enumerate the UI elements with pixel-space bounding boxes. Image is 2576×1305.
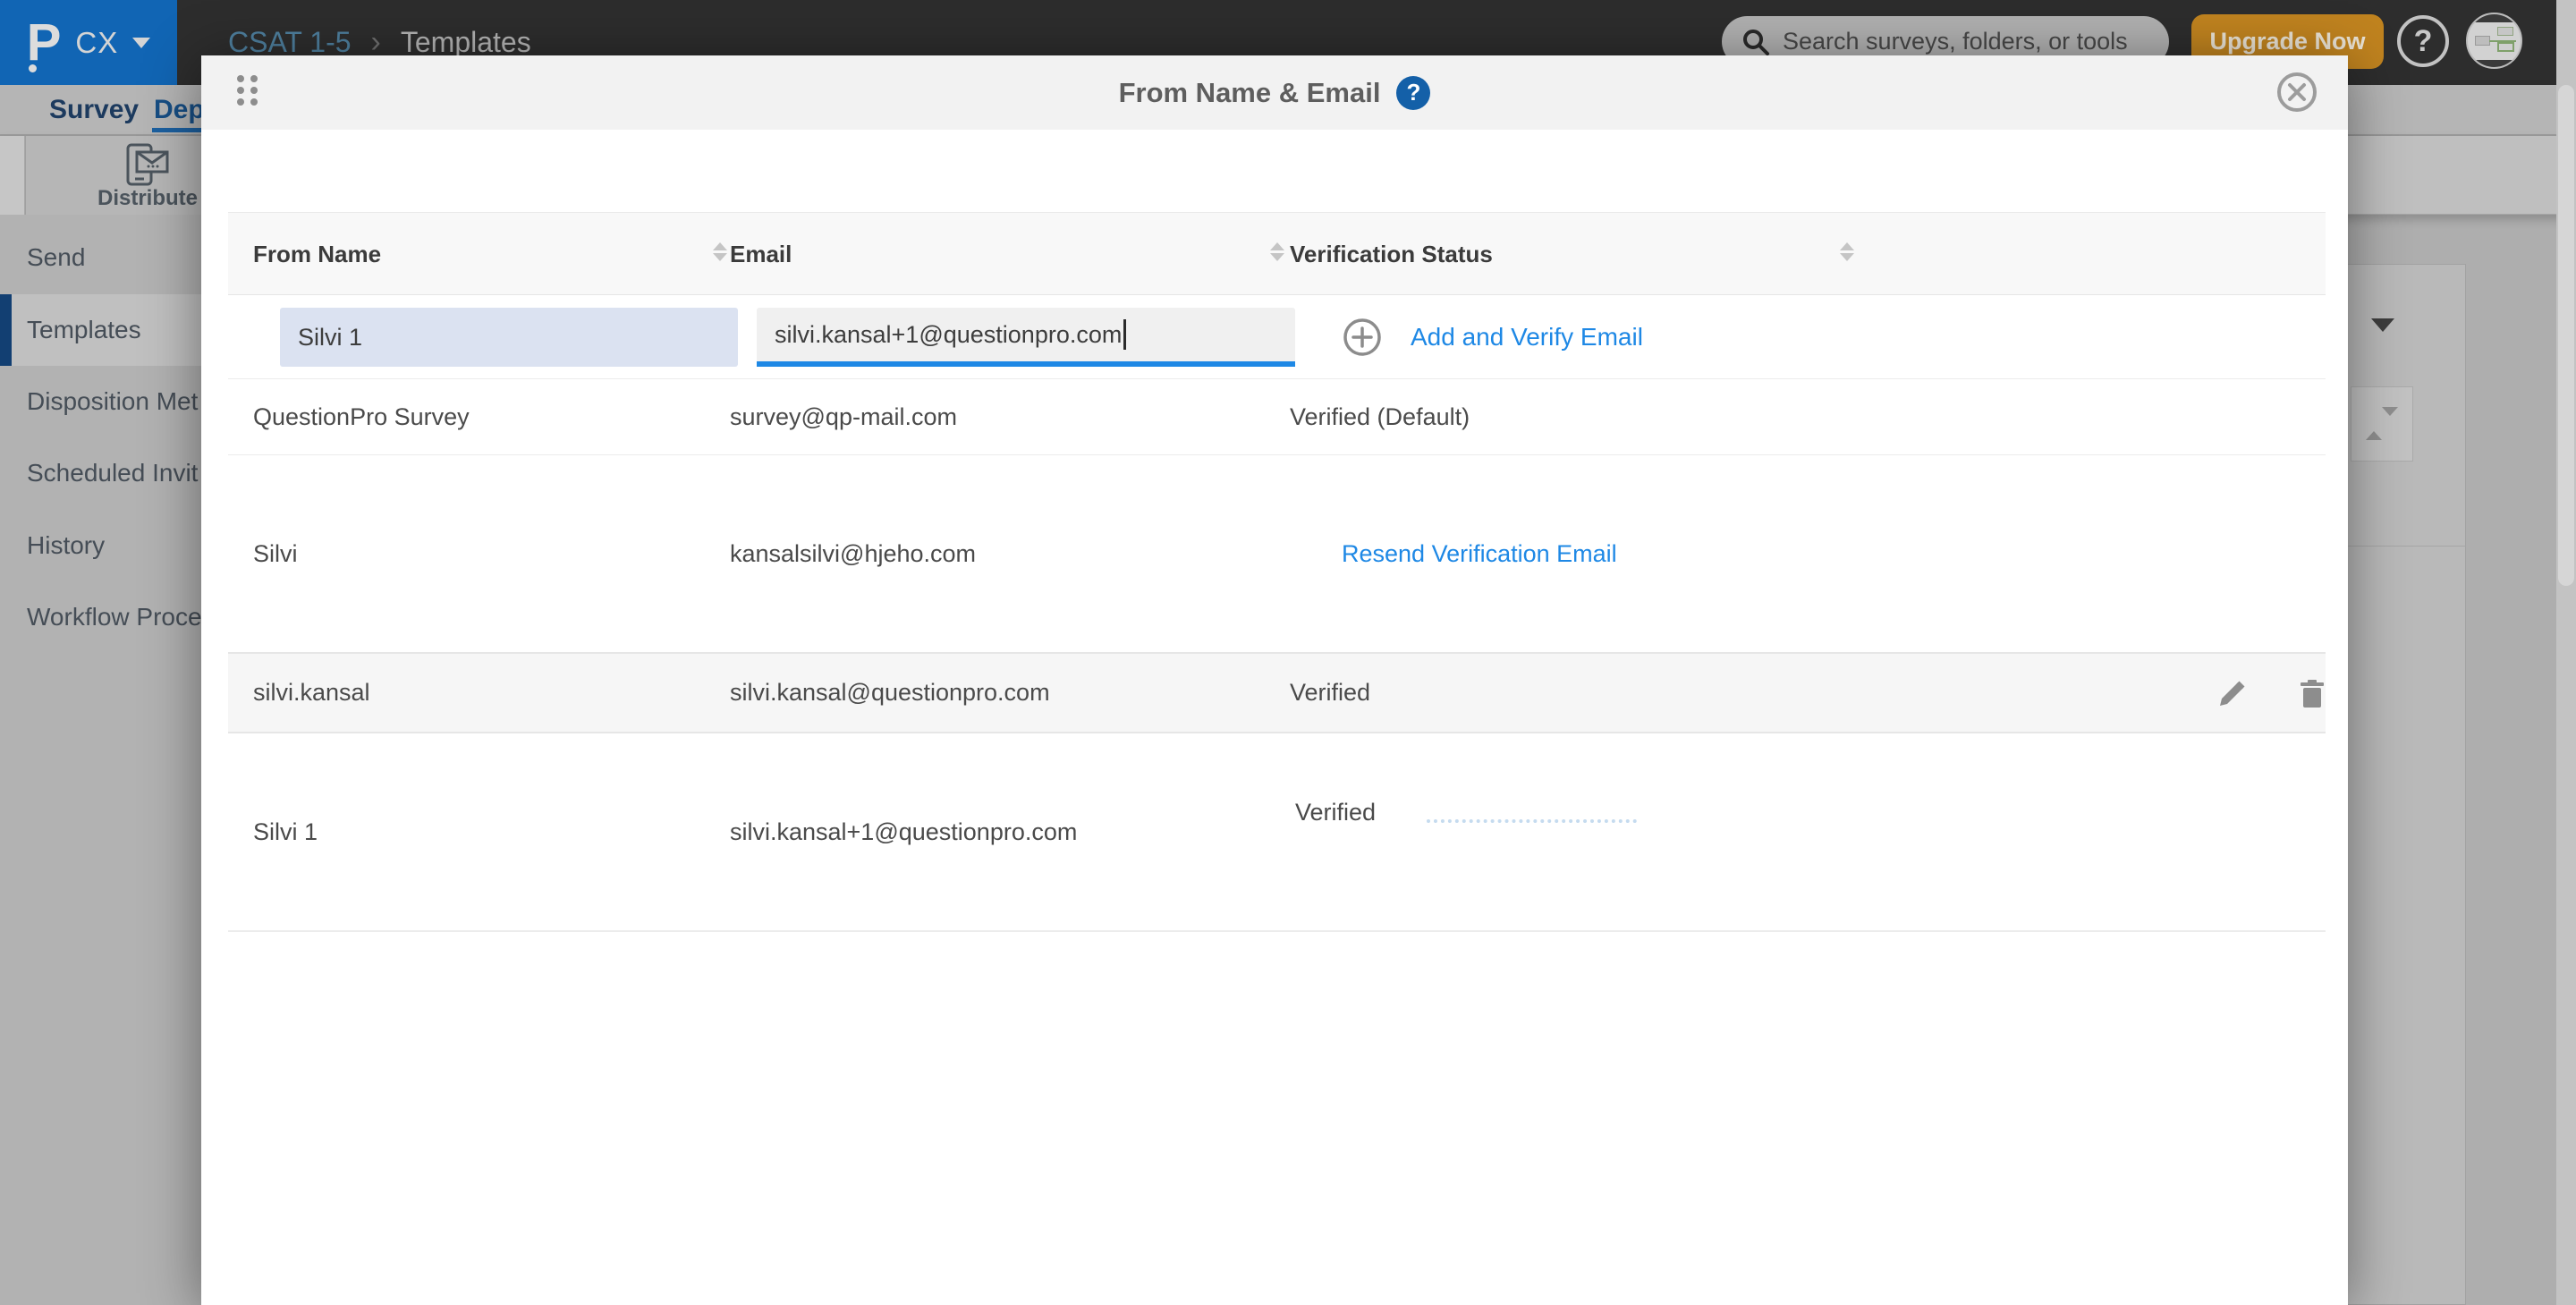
search-icon	[1743, 29, 1769, 55]
distribute-icon	[126, 143, 169, 186]
questionpro-logo-icon: P	[26, 13, 62, 72]
search-placeholder-text: Search surveys, folders, or tools	[1783, 28, 2128, 55]
close-icon[interactable]	[2276, 72, 2318, 113]
delete-trash-icon[interactable]	[2297, 679, 2327, 709]
email-input[interactable]: silvi.kansal+1@questionpro.com	[757, 308, 1295, 367]
org-label: CX	[75, 25, 119, 59]
plus-circle-icon	[1343, 318, 1381, 356]
breadcrumb-current-page: Templates	[400, 26, 531, 58]
background-dropdown-caret-icon[interactable]	[2371, 318, 2394, 332]
faded-render-artifact	[1427, 819, 1637, 823]
table-row-new-entry: Silvi 1 silvi.kansal+1@questionpro.com A…	[228, 295, 2326, 379]
workspace-switcher[interactable]: P CX	[0, 0, 177, 85]
scrollbar-thumb[interactable]	[2558, 85, 2574, 586]
add-and-verify-email-label: Add and Verify Email	[1411, 323, 1643, 351]
global-help-icon[interactable]: ?	[2397, 15, 2449, 67]
column-header-from-name[interactable]: From Name	[253, 213, 381, 296]
avatar-image-fragment	[2468, 14, 2521, 22]
text-cursor	[1123, 319, 1127, 350]
cell-from-name: Silvi	[253, 539, 298, 567]
modal-title-group: From Name & Email ?	[201, 55, 2348, 130]
edit-pencil-icon[interactable]	[2216, 679, 2247, 709]
add-and-verify-email-button[interactable]: Add and Verify Email	[1343, 295, 1643, 379]
tab-deploy[interactable]: Dep	[152, 85, 215, 134]
tab-deploy-label: Dep	[154, 94, 205, 124]
tab-survey[interactable]: Survey	[49, 85, 139, 134]
verified-label: Verified	[1295, 798, 1377, 826]
cell-verification-status: Verified	[1295, 733, 1376, 930]
modal-title: From Name & Email	[1118, 76, 1381, 108]
from-name-input[interactable]: Silvi 1	[280, 308, 738, 367]
app-screen: P CX CSAT 1-5 › Templates Search surveys…	[0, 0, 2576, 1305]
cell-from-name: silvi.kansal	[253, 679, 370, 706]
chevron-down-icon	[132, 37, 151, 48]
column-header-email[interactable]: Email	[730, 213, 792, 296]
cell-verification-status: Verified	[1290, 679, 1371, 706]
cell-email: kansalsilvi@hjeho.com	[730, 539, 977, 567]
background-panel-divider	[2348, 546, 2466, 547]
sort-icon-from-name[interactable]	[713, 242, 727, 261]
table-row: Silvi 1 silvi.kansal+1@questionpro.com V…	[228, 733, 2326, 932]
table-row: silvi.kansal silvi.kansal@questionpro.co…	[228, 654, 2326, 733]
column-header-verification-status[interactable]: Verification Status	[1290, 213, 1493, 296]
page-scrollbar[interactable]	[2556, 0, 2576, 1305]
background-sort-control[interactable]	[2351, 386, 2413, 462]
breadcrumb-survey-link[interactable]: CSAT 1-5	[228, 26, 352, 59]
cell-from-name: QuestionPro Survey	[253, 403, 470, 430]
modal-header: From Name & Email ?	[201, 55, 2348, 130]
cell-email: silvi.kansal@questionpro.com	[730, 679, 1050, 706]
from-name-email-modal: From Name & Email ? From Name Email Veri…	[201, 55, 2348, 1305]
table-row: Silvi kansalsilvi@hjeho.com Resend Verif…	[228, 455, 2326, 654]
cell-verification-status: Verified (Default)	[1290, 403, 1470, 430]
table-header-row: From Name Email Verification Status	[228, 212, 2326, 295]
active-item-bar	[0, 294, 12, 366]
avatar[interactable]	[2466, 13, 2522, 69]
table-row: QuestionPro Survey survey@qp-mail.com Ve…	[228, 379, 2326, 455]
distribute-label: Distribute	[97, 186, 199, 210]
email-value: silvi.kansal+1@questionpro.com	[775, 320, 1123, 348]
cell-email: silvi.kansal+1@questionpro.com	[730, 818, 1078, 845]
sort-icon-email[interactable]	[1270, 242, 1284, 261]
row-actions	[2216, 654, 2327, 733]
cell-email: survey@qp-mail.com	[730, 403, 957, 430]
modal-help-icon[interactable]: ?	[1396, 75, 1431, 110]
sort-icon-verification-status[interactable]	[1840, 242, 1854, 261]
cell-from-name: Silvi 1	[253, 818, 318, 845]
from-name-value: Silvi 1	[298, 323, 363, 351]
sort-icon	[2366, 407, 2398, 440]
toolbar-left-rail	[0, 136, 25, 215]
deploy-sidebar: Send Templates Disposition Met Scheduled…	[0, 215, 268, 1305]
resend-verification-email-link[interactable]: Resend Verification Email	[1342, 455, 1617, 652]
